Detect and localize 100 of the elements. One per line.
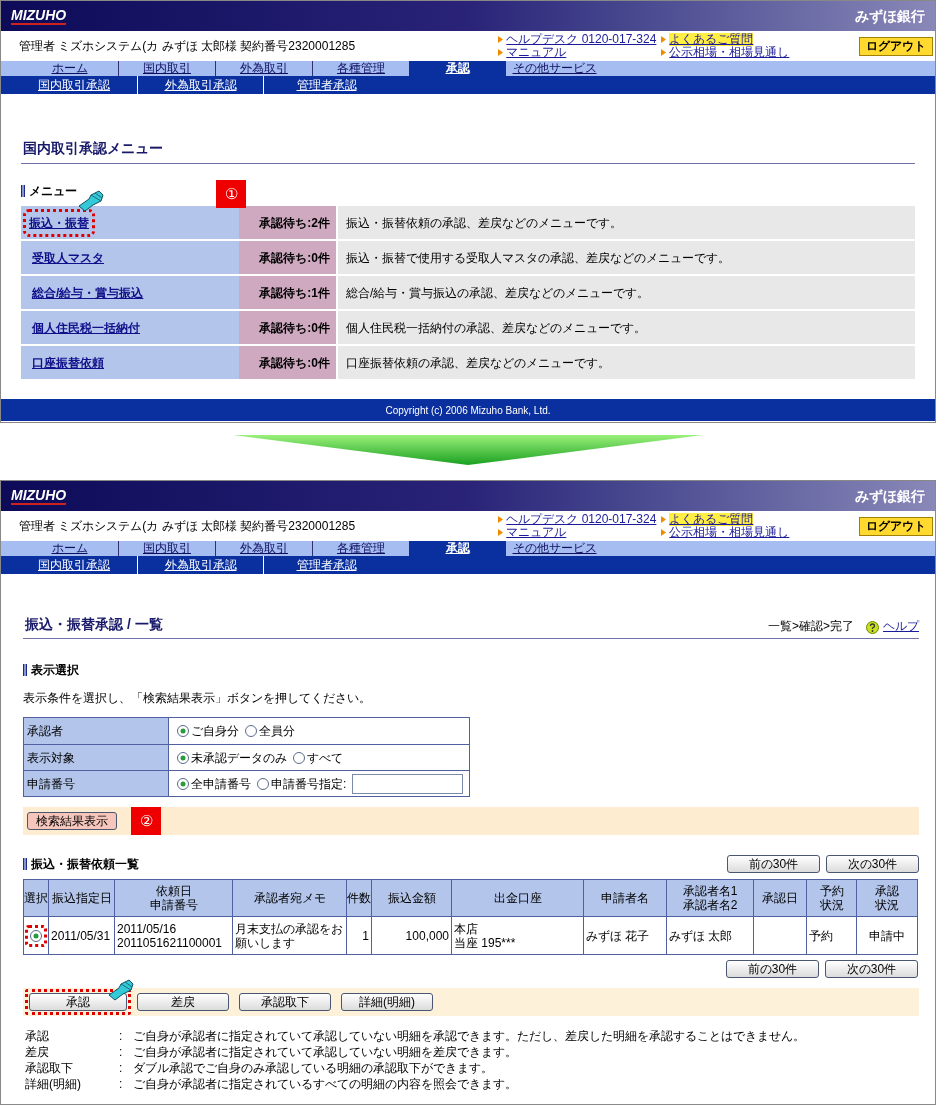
table-cell: 2011/05/31 bbox=[51, 928, 111, 943]
note-text: ご自身が承認者に指定されているすべての明細の内容を照会できます。 bbox=[133, 1076, 517, 1092]
bullet-icon bbox=[661, 49, 667, 56]
column-header: 承認状況 bbox=[874, 884, 899, 912]
bullet-icon bbox=[661, 516, 667, 523]
section-heading: 振込・振替依頼一覧 bbox=[31, 856, 139, 873]
link[interactable]: ヘルプデスク 0120-017-324 bbox=[506, 513, 657, 526]
column-header: 承認者名2 bbox=[682, 898, 738, 912]
sub-nav-link[interactable]: 国内取引承認 bbox=[11, 556, 137, 574]
logout-button[interactable]: ログアウト bbox=[859, 36, 933, 56]
pending-count: 承認待ち:0件 bbox=[259, 249, 330, 267]
sub-nav-link[interactable]: 外為取引承認 bbox=[137, 556, 263, 574]
table-cell: 2011051621100001 bbox=[117, 935, 222, 950]
table-cell: 本店 bbox=[454, 921, 478, 936]
bullet-icon bbox=[498, 49, 504, 56]
nav-tab[interactable]: 承認 bbox=[409, 541, 506, 556]
pointing-hand-icon bbox=[77, 190, 105, 212]
column-header: 承認者宛メモ bbox=[253, 891, 326, 905]
link[interactable]: マニュアル bbox=[506, 526, 567, 539]
link[interactable]: よくあるご質問 bbox=[669, 33, 754, 46]
pending-count: 承認待ち:0件 bbox=[259, 354, 330, 372]
logout-button[interactable]: ログアウト bbox=[859, 516, 933, 536]
button[interactable]: 検索結果表示 bbox=[27, 812, 117, 830]
table-cell: 1 bbox=[362, 928, 369, 943]
number-badge: ① bbox=[216, 180, 246, 208]
column-header: 出金口座 bbox=[493, 891, 542, 905]
button[interactable]: 前の30件 bbox=[727, 855, 820, 873]
pending-count: 承認待ち:0件 bbox=[259, 319, 330, 337]
user-info: 管理者 ミズホシステム(カ みずほ 太郎様 契約番号2320001285 bbox=[19, 38, 357, 55]
note-term: 詳細(明細) bbox=[25, 1076, 82, 1092]
table-cell: 予約 bbox=[809, 928, 833, 943]
column-header: 承認者名1 bbox=[682, 884, 738, 898]
page-title: 振込・振替承認 / 一覧 bbox=[24, 615, 163, 634]
note-text: ご自身が承認者に指定されていて承認していない明細を差戻できます。 bbox=[133, 1044, 517, 1060]
section-heading: メニュー bbox=[29, 183, 77, 200]
link[interactable]: マニュアル bbox=[506, 46, 567, 59]
note-separator: : bbox=[119, 1076, 124, 1092]
nav-tab[interactable]: その他サービス bbox=[506, 541, 603, 556]
button[interactable]: 次の30件 bbox=[826, 855, 919, 873]
button[interactable]: 承認取下 bbox=[239, 993, 331, 1011]
column-header: 申請番号 bbox=[149, 898, 198, 912]
field-label: 承認者 bbox=[27, 723, 63, 740]
sub-nav-link[interactable]: 管理者承認 bbox=[263, 76, 389, 94]
button[interactable]: 詳細(明細) bbox=[341, 993, 433, 1011]
note-text: ダブル承認でご自身のみ承認している明細の承認取下ができます。 bbox=[133, 1060, 493, 1076]
nav-tab[interactable]: ホーム bbox=[21, 541, 118, 556]
pending-count: 承認待ち:2件 bbox=[259, 214, 330, 232]
field-label: 申請番号 bbox=[27, 775, 75, 793]
bullet-icon bbox=[661, 36, 667, 43]
option-label: ご自身分 bbox=[191, 723, 239, 740]
bank-logo: MIZUHO bbox=[11, 7, 67, 25]
link[interactable]: よくあるご質問 bbox=[669, 513, 754, 526]
instruction-text: 表示条件を選択し、「検索結果表示」ボタンを押してください。 bbox=[23, 690, 372, 707]
link[interactable]: 公示相場・相場見通し bbox=[669, 526, 790, 539]
option-label: 未承認データのみ bbox=[191, 749, 287, 767]
column-header: 依頼日 bbox=[155, 884, 192, 898]
note-text: ご自身が承認者に指定されていて承認していない明細を承認できます。ただし、差戻した明細を承認することはできません。 bbox=[133, 1028, 805, 1044]
column-header: 件数 bbox=[347, 891, 371, 905]
bullet-icon bbox=[661, 529, 667, 536]
table-cell: 申請中 bbox=[868, 928, 905, 943]
column-header: 振込金額 bbox=[387, 891, 436, 905]
sub-nav-link[interactable]: 国内取引承認 bbox=[11, 76, 137, 94]
link[interactable]: 公示相場・相場見通し bbox=[669, 46, 790, 59]
table-cell: 100,000 bbox=[405, 928, 449, 943]
nav-tab[interactable]: ホーム bbox=[21, 61, 118, 76]
field-label: 表示対象 bbox=[27, 749, 75, 767]
bank-logo: MIZUHO bbox=[11, 487, 67, 505]
number-badge: ② bbox=[131, 807, 161, 835]
menu-description: 振込・振替依頼の承認、差戻などのメニューです。 bbox=[346, 214, 622, 232]
bullet-icon bbox=[498, 516, 504, 523]
option-label: 全申請番号 bbox=[191, 775, 251, 793]
column-header: 選択 bbox=[24, 891, 48, 905]
bar-icon bbox=[23, 664, 27, 676]
column-header: 振込指定日 bbox=[51, 891, 112, 905]
button[interactable]: 承認 bbox=[29, 993, 127, 1011]
sub-nav-link[interactable]: 外為取引承認 bbox=[137, 76, 263, 94]
menu-description: 個人住民税一括納付の承認、差戻などのメニューです。 bbox=[346, 319, 646, 337]
button[interactable]: 差戻 bbox=[137, 993, 229, 1011]
step-indicator: 一覧>確認>完了 bbox=[768, 618, 854, 635]
nav-tab[interactable]: 承認 bbox=[409, 61, 506, 76]
bullet-icon bbox=[498, 529, 504, 536]
note-separator: : bbox=[119, 1028, 124, 1044]
sub-nav-link[interactable]: 管理者承認 bbox=[263, 556, 389, 574]
menu-description: 口座振替依頼の承認、差戻などのメニューです。 bbox=[346, 354, 610, 372]
button[interactable]: 前の30件 bbox=[726, 960, 819, 978]
button[interactable]: 次の30件 bbox=[825, 960, 918, 978]
help-link[interactable]: ヘルプ bbox=[883, 617, 919, 635]
bar-icon bbox=[23, 858, 27, 870]
table-cell: みずほ 花子 bbox=[586, 928, 650, 943]
table-cell: みずほ 太郎 bbox=[669, 928, 733, 943]
bullet-icon bbox=[498, 36, 504, 43]
table-cell: 2011/05/16 bbox=[117, 921, 177, 936]
pointing-hand-icon bbox=[107, 979, 135, 1001]
text-field[interactable] bbox=[352, 773, 464, 794]
link[interactable]: ヘルプデスク 0120-017-324 bbox=[506, 33, 657, 46]
option-label: 申請番号指定: bbox=[271, 775, 347, 793]
note-term: 承認取下 bbox=[25, 1060, 74, 1076]
nav-tab[interactable]: その他サービス bbox=[506, 61, 603, 76]
copyright-footer: Copyright (c) 2006 Mizuho Bank, Ltd. bbox=[1, 399, 935, 421]
note-term: 差戻 bbox=[25, 1044, 50, 1060]
